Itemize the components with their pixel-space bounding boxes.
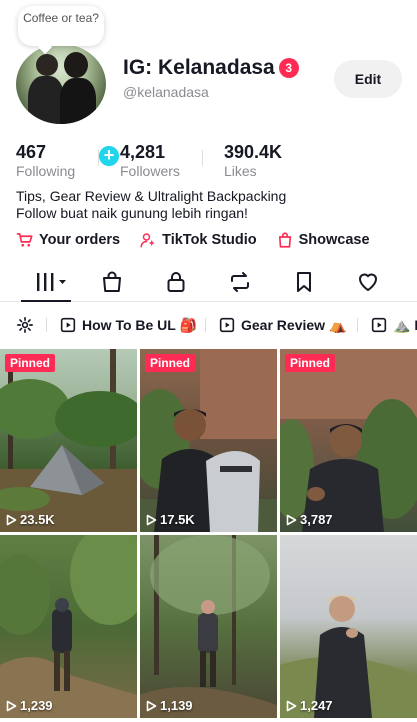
- thumbnail-image: [280, 349, 417, 532]
- playlist-label: How To Be UL 🎒: [82, 316, 197, 333]
- stat-value: 390.4K: [224, 142, 283, 162]
- playlist-label: Gear Review ⛺: [241, 316, 347, 333]
- playlist-item[interactable]: Gear Review ⛺: [219, 314, 346, 336]
- view-count: 3,787: [286, 512, 333, 527]
- grid-menu-icon: [37, 273, 66, 291]
- stat-followers[interactable]: 4,281 Followers: [120, 142, 180, 180]
- tab-favorites[interactable]: [292, 270, 316, 294]
- playlist-divider: [205, 318, 206, 332]
- play-icon: [286, 700, 297, 711]
- view-count: 17.5K: [146, 512, 195, 527]
- stat-following[interactable]: 467 Following: [16, 142, 75, 180]
- play-square-icon: [60, 317, 76, 333]
- play-icon: [146, 700, 157, 711]
- bag-icon: [103, 271, 121, 292]
- lock-icon: [167, 272, 185, 292]
- view-count-label: 1,139: [160, 698, 193, 713]
- play-icon: [6, 514, 17, 525]
- stat-label: Followers: [120, 163, 180, 179]
- avatar[interactable]: [16, 44, 106, 124]
- video-thumbnail[interactable]: 1,139: [140, 535, 277, 718]
- showcase-link[interactable]: Showcase: [276, 231, 370, 249]
- video-thumbnail[interactable]: Pinned 17.5K: [140, 349, 277, 532]
- thumbnail-image: [280, 595, 417, 718]
- person-sparkle-icon: [140, 233, 155, 248]
- stat-label: Following: [16, 163, 76, 179]
- quick-links: Your orders TikTok Studio Showcase: [16, 230, 389, 250]
- repost-icon: [231, 272, 249, 292]
- tab-videos[interactable]: [34, 270, 70, 294]
- name-row: IG: Kelanadasa 3: [123, 56, 299, 80]
- tiktok-studio-link[interactable]: TikTok Studio: [139, 231, 257, 249]
- video-thumbnail[interactable]: 1,239: [0, 535, 137, 718]
- pinned-badge: Pinned: [145, 354, 196, 372]
- bookmark-icon: [297, 272, 311, 292]
- bio-line: Follow buat naik gunung lebih ringan!: [16, 205, 248, 221]
- view-count: 1,239: [6, 698, 53, 713]
- avatar-container[interactable]: +: [16, 44, 122, 169]
- bio: Tips, Gear Review & Ultralight Backpacki…: [16, 188, 406, 222]
- play-icon: [146, 514, 157, 525]
- view-count-label: 1,247: [300, 698, 333, 713]
- username: @kelanadasa: [123, 84, 209, 100]
- profile-header: + Coffee or tea? IG: Kelanadasa 3 @kelan…: [0, 0, 417, 169]
- your-orders-link[interactable]: Your orders: [16, 231, 120, 249]
- tab-shop[interactable]: [100, 270, 124, 294]
- quick-link-label: TikTok Studio: [162, 232, 257, 248]
- playlist-settings-button[interactable]: [16, 314, 34, 336]
- pinned-badge: Pinned: [5, 354, 56, 372]
- play-square-icon: [371, 317, 387, 333]
- tab-reposts[interactable]: [228, 270, 252, 294]
- view-count-label: 1,239: [20, 698, 53, 713]
- edit-profile-button[interactable]: Edit: [334, 60, 402, 98]
- thumbnail-image: [140, 535, 277, 718]
- stat-value: 4,281: [120, 142, 166, 162]
- view-count: 1,139: [146, 698, 193, 713]
- stat-label: Likes: [224, 163, 257, 179]
- view-count-label: 3,787: [300, 512, 333, 527]
- profile-stats: 467 Following 4,281 Followers 390.4K Lik…: [0, 142, 417, 182]
- play-icon: [6, 700, 17, 711]
- video-thumbnail[interactable]: Pinned 3,787: [280, 349, 417, 532]
- display-name: IG: Kelanadasa: [123, 56, 275, 79]
- thumbnail-image: [140, 349, 277, 532]
- heart-icon: [359, 273, 377, 291]
- view-count-label: 23.5K: [20, 512, 55, 527]
- active-tab-indicator: [21, 300, 71, 302]
- playlist-divider: [46, 318, 47, 332]
- view-count-label: 17.5K: [160, 512, 195, 527]
- view-count: 1,247: [286, 698, 333, 713]
- shopping-bag-icon: [278, 232, 291, 248]
- cart-icon: [16, 233, 33, 247]
- stat-divider: [202, 150, 203, 166]
- thumbnail-image: [0, 349, 137, 532]
- notification-badge[interactable]: 3: [278, 58, 299, 78]
- playlist-item[interactable]: How To Be UL 🎒: [60, 314, 197, 336]
- stat-divider: [98, 150, 99, 166]
- playlist-row: How To Be UL 🎒 Gear Review ⛺ ⛰️ L: [0, 310, 417, 340]
- video-grid: Pinned 23.5K Pinned 17.5K Pinned 3,787 1…: [0, 349, 417, 722]
- quick-link-label: Your orders: [39, 232, 121, 248]
- playlist-divider: [357, 318, 358, 332]
- tab-liked[interactable]: [356, 270, 380, 294]
- stat-value: 467: [16, 142, 47, 162]
- thumbnail-image: [0, 535, 137, 718]
- video-thumbnail[interactable]: 1,247: [280, 535, 417, 718]
- tab-private[interactable]: [164, 270, 188, 294]
- play-square-icon: [219, 317, 235, 333]
- pinned-badge: Pinned: [285, 354, 336, 372]
- note-bubble[interactable]: Coffee or tea?: [18, 6, 104, 46]
- gear-icon: [17, 317, 33, 333]
- play-icon: [286, 514, 297, 525]
- playlist-label: ⛰️ L: [393, 316, 417, 333]
- profile-tabs: [0, 262, 417, 302]
- view-count: 23.5K: [6, 512, 55, 527]
- playlist-item[interactable]: ⛰️ L: [371, 314, 417, 336]
- video-thumbnail[interactable]: Pinned 23.5K: [0, 349, 137, 532]
- quick-link-label: Showcase: [298, 232, 370, 248]
- bio-line: Tips, Gear Review & Ultralight Backpacki…: [16, 188, 287, 204]
- stat-likes[interactable]: 390.4K Likes: [224, 142, 282, 180]
